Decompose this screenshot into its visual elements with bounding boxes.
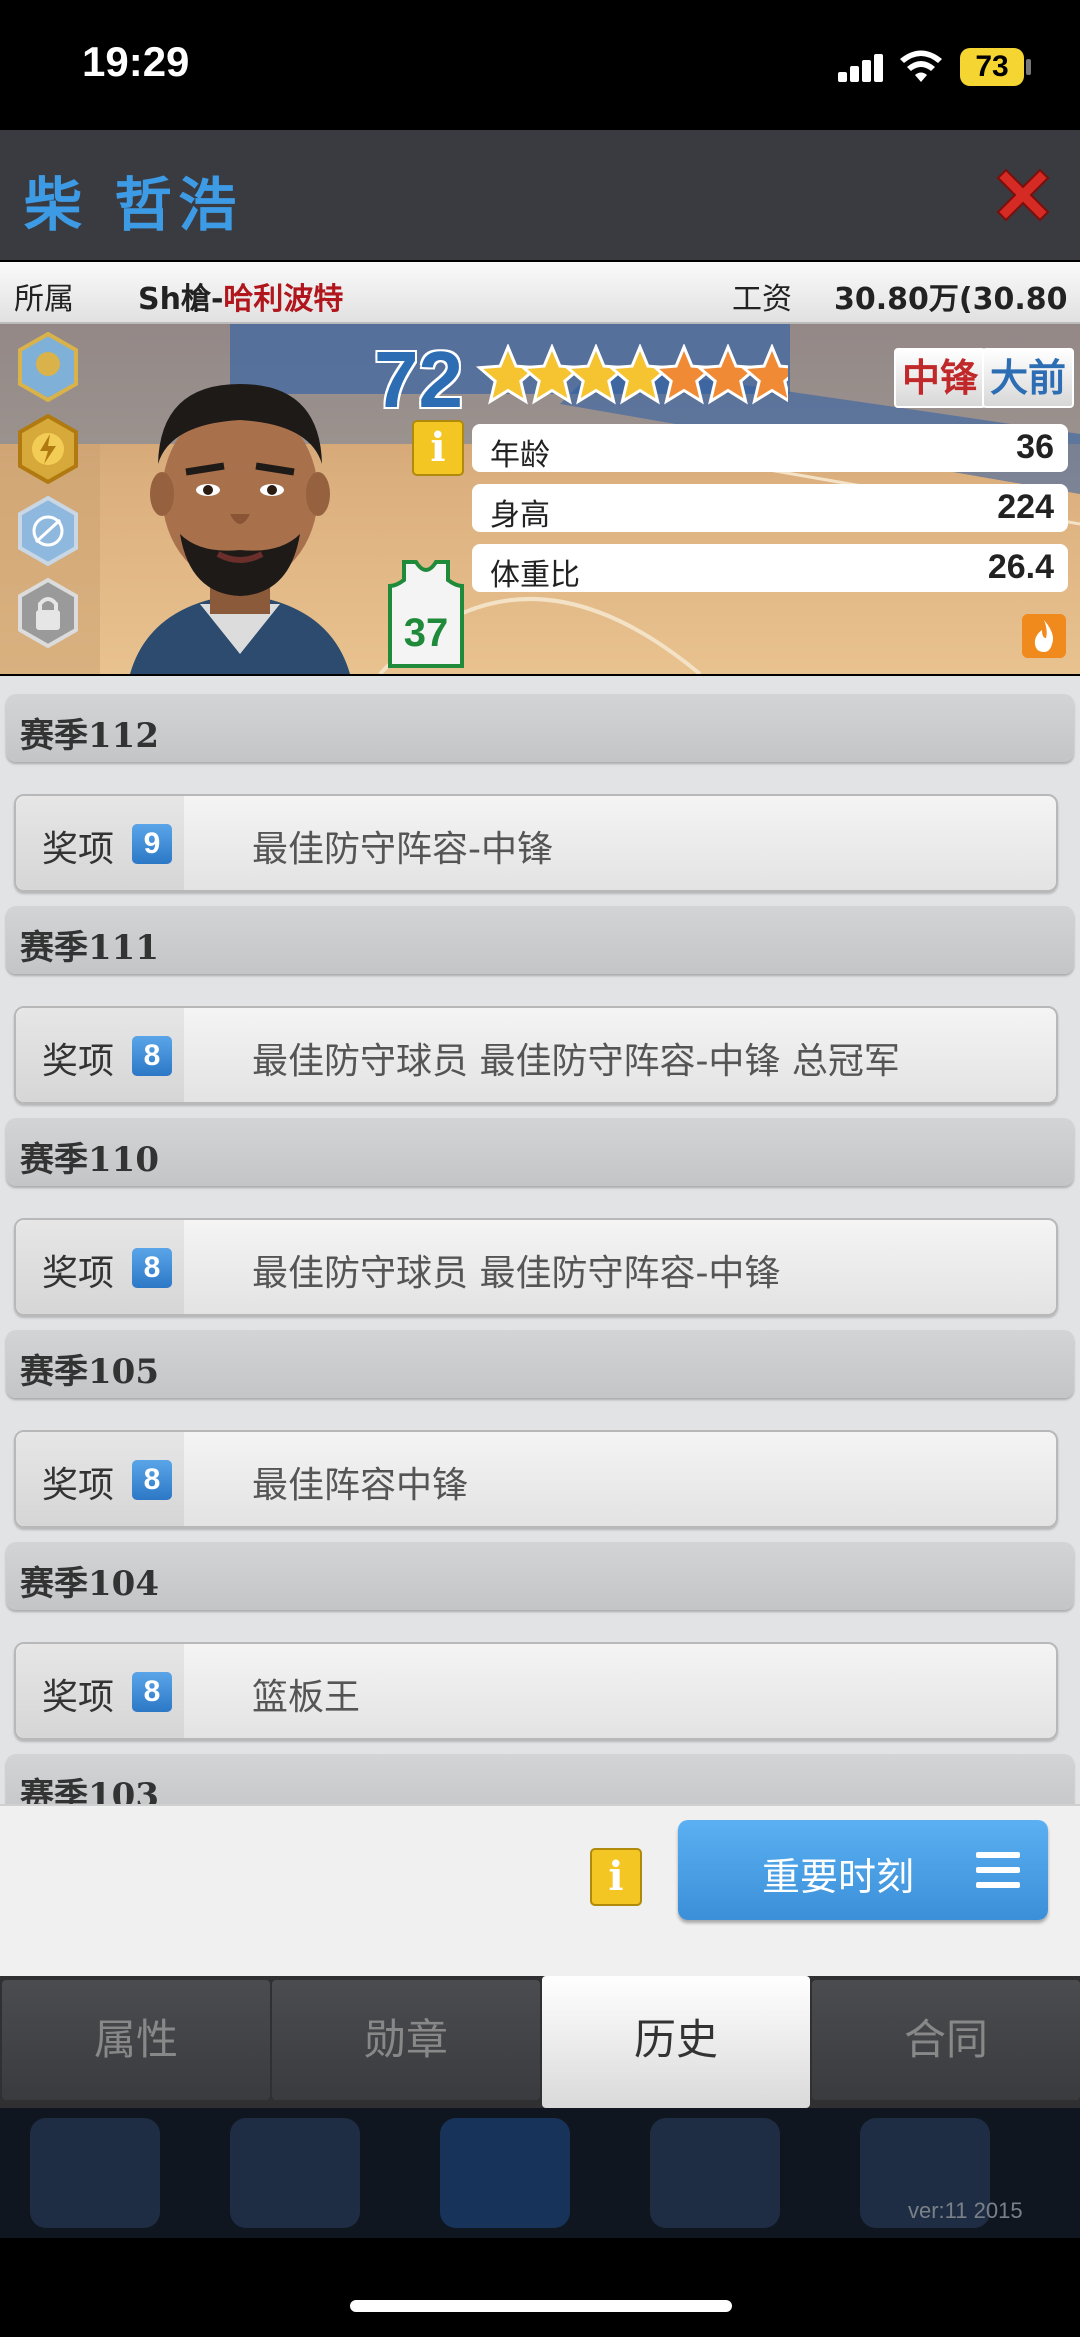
season-label: 赛季103 <box>20 1776 159 1804</box>
position-badge-primary: 中锋 <box>894 348 987 408</box>
stat-height: 身高 224 <box>472 484 1068 533</box>
award-label: 奖项 <box>42 1465 115 1506</box>
tab-contract[interactable]: 合同 <box>812 1980 1080 2100</box>
award-label: 奖项 <box>42 829 115 870</box>
award-text: 篮板王 <box>252 1677 361 1718</box>
status-bar: 19:29 73 <box>0 0 1080 130</box>
tab-medals[interactable]: 勋章 <box>272 1980 540 2100</box>
star-icon <box>651 344 717 405</box>
star-rating <box>476 344 788 405</box>
signal-icon <box>838 52 886 82</box>
star-icon <box>563 344 629 405</box>
season-header: 赛季105 <box>6 1330 1074 1398</box>
star-icon <box>695 344 761 405</box>
stat-value: 36 <box>1016 428 1054 466</box>
player-header: 柴 哲浩 <box>0 130 1080 260</box>
player-card: 37 72 中锋 大前 i 年龄 36 身高 224 体重比 26.4 <box>0 324 1080 674</box>
season-label: 赛季104 <box>20 1564 159 1604</box>
info-icon[interactable]: i <box>412 420 464 476</box>
award-count-badge: 8 <box>132 1036 172 1076</box>
game-nav-strip: ver:11 2015 <box>0 2108 1080 2238</box>
position-badge-secondary: 大前 <box>982 348 1075 408</box>
tab-attributes[interactable]: 属性 <box>2 1980 270 2100</box>
home-indicator[interactable] <box>350 2300 732 2312</box>
star-icon <box>739 344 788 405</box>
player-avatar <box>130 384 350 674</box>
star-icon <box>519 344 585 405</box>
season-label: 赛季105 <box>20 1352 159 1392</box>
award-text: 最佳阵容中锋 <box>252 1465 469 1506</box>
tab-bar: 属性 勋章 历史 合同 <box>0 1976 1080 2108</box>
team-name[interactable]: Sh槍-哈利波特 <box>138 274 343 318</box>
stat-age: 年龄 36 <box>472 424 1068 473</box>
award-row[interactable]: 奖项 8 最佳防守球员 最佳防守阵容-中锋 总冠军 <box>14 1006 1058 1104</box>
ball-icon[interactable] <box>16 496 80 566</box>
battery-indicator: 73 <box>960 48 1024 86</box>
history-list[interactable]: 赛季112 奖项 9 最佳防守阵容-中锋 赛季111 奖项 8 最佳防守球员 最… <box>0 676 1080 1804</box>
salary-label: 工资 <box>732 282 792 317</box>
award-label: 奖项 <box>42 1041 115 1082</box>
jersey-icon: 37 <box>388 560 464 668</box>
award-label: 奖项 <box>42 1677 115 1718</box>
lock-icon[interactable] <box>16 578 80 648</box>
season-header: 赛季104 <box>6 1542 1074 1610</box>
award-label-box: 奖项 9 <box>16 796 184 890</box>
star-icon[interactable] <box>30 2118 160 2228</box>
stat-value: 224 <box>997 488 1054 526</box>
jersey-number: 37 <box>404 611 449 655</box>
season-header: 赛季103 <box>6 1754 1074 1804</box>
award-text: 最佳防守球员 最佳防守阵容-中锋 总冠军 <box>252 1041 900 1082</box>
shield-icon[interactable] <box>16 332 80 402</box>
season-label: 赛季111 <box>20 928 159 968</box>
key-moments-label: 重要时刻 <box>762 1855 915 1899</box>
stat-weight-ratio: 体重比 26.4 <box>472 544 1068 593</box>
info-icon[interactable]: i <box>590 1848 642 1906</box>
season-header: 赛季110 <box>6 1118 1074 1186</box>
player-name: 柴 哲浩 <box>24 171 243 239</box>
shop-icon[interactable] <box>230 2118 360 2228</box>
affiliation-label: 所属 <box>14 282 74 317</box>
battery-cap <box>1026 59 1031 75</box>
tab-history[interactable]: 历史 <box>542 1976 810 2108</box>
lightning-icon[interactable] <box>16 414 80 484</box>
award-label-box: 奖项 8 <box>16 1644 184 1738</box>
fire-icon[interactable] <box>1022 614 1066 658</box>
action-bar: i 重要时刻 <box>0 1804 1080 1978</box>
stat-label: 体重比 <box>490 558 580 593</box>
info-row: 所属 Sh槍-哈利波特 工资 30.80万(30.80万) <box>0 262 1080 361</box>
award-count-badge: 8 <box>132 1460 172 1500</box>
key-moments-button[interactable]: 重要时刻 <box>678 1820 1048 1920</box>
team-icon[interactable] <box>650 2118 780 2228</box>
award-label-box: 奖项 8 <box>16 1008 184 1102</box>
award-count-badge: 8 <box>132 1248 172 1288</box>
season-header: 赛季112 <box>6 694 1074 762</box>
wifi-icon <box>900 50 942 82</box>
clock: 19:29 <box>82 38 190 85</box>
award-count-badge: 9 <box>132 824 172 864</box>
season-label: 赛季112 <box>20 716 159 756</box>
team-prefix: Sh槍- <box>138 282 224 317</box>
stat-label: 身高 <box>490 498 550 533</box>
award-row[interactable]: 奖项 9 最佳防守阵容-中锋 <box>14 794 1058 892</box>
season-label: 赛季110 <box>20 1140 159 1180</box>
version-label: ver:11 2015 <box>908 2198 1023 2223</box>
award-count-badge: 8 <box>132 1672 172 1712</box>
award-label-box: 奖项 8 <box>16 1432 184 1526</box>
player-rating: 72 <box>374 335 463 424</box>
stat-label: 年龄 <box>490 438 550 473</box>
award-row[interactable]: 奖项 8 最佳阵容中锋 <box>14 1430 1058 1528</box>
award-text: 最佳防守阵容-中锋 <box>252 829 553 870</box>
award-label: 奖项 <box>42 1253 115 1294</box>
star-icon <box>476 344 541 405</box>
award-row[interactable]: 奖项 8 篮板王 <box>14 1642 1058 1740</box>
season-header: 赛季111 <box>6 906 1074 974</box>
team-owner: 哈利波特 <box>223 282 344 317</box>
stat-value: 26.4 <box>987 548 1054 586</box>
award-text: 最佳防守球员 最佳防守阵容-中锋 <box>252 1253 781 1294</box>
star-icon <box>607 344 673 405</box>
court-icon[interactable] <box>440 2118 570 2228</box>
award-label-box: 奖项 8 <box>16 1220 184 1314</box>
award-row[interactable]: 奖项 8 最佳防守球员 最佳防守阵容-中锋 <box>14 1218 1058 1316</box>
close-icon[interactable] <box>990 162 1056 228</box>
